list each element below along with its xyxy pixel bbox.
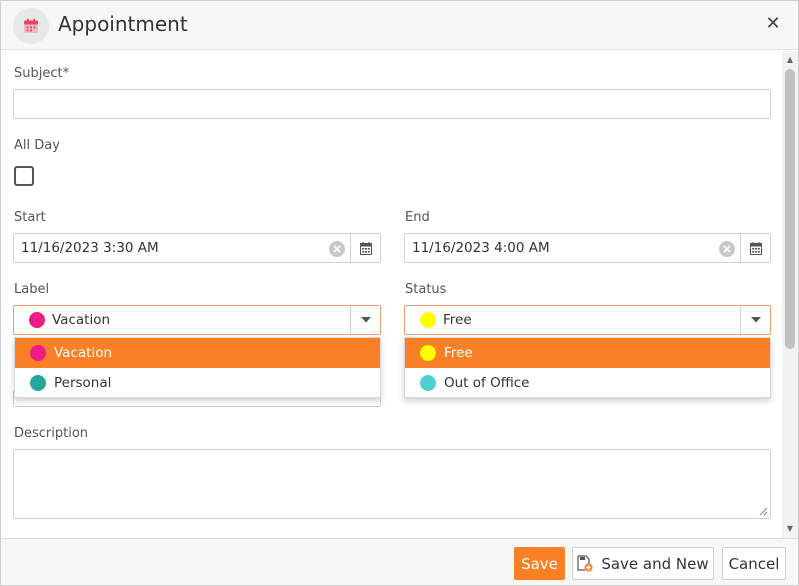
status-field-label: Status — [405, 282, 447, 297]
subject-input[interactable] — [13, 89, 771, 119]
calendar-icon — [13, 8, 49, 44]
save-new-icon — [577, 555, 593, 572]
start-date-input[interactable]: 11/16/2023 3:30 AM — [13, 233, 381, 263]
status-option-out-of-office[interactable]: Out of Office — [405, 368, 770, 398]
status-option-free[interactable]: Free — [405, 338, 770, 368]
clear-icon[interactable] — [329, 241, 345, 257]
dialog-body: Subject* All Day Start 11/16/2023 3:30 A… — [1, 51, 782, 538]
cancel-button[interactable]: Cancel — [722, 547, 786, 580]
label-option-personal[interactable]: Personal — [15, 368, 380, 398]
close-icon[interactable]: ✕ — [763, 14, 783, 34]
end-date-input[interactable]: 11/16/2023 4:00 AM — [404, 233, 771, 263]
appointment-dialog: Appointment ✕ Subject* All Day Start 11/… — [0, 0, 799, 586]
label-select[interactable]: Vacation — [13, 305, 381, 335]
status-select[interactable]: Free — [404, 305, 771, 335]
label-option-vacation[interactable]: Vacation — [15, 338, 380, 368]
scrollbar-thumb[interactable] — [785, 69, 795, 349]
calendar-picker-icon[interactable] — [350, 234, 380, 262]
status-dropdown: Free Out of Office — [404, 337, 771, 398]
dialog-footer: Save Save and New Cancel — [1, 538, 798, 585]
end-label: End — [405, 210, 430, 225]
description-label: Description — [14, 426, 89, 441]
start-label: Start — [14, 210, 46, 225]
personal-color-dot — [30, 375, 46, 391]
scroll-down-icon[interactable]: ▼ — [782, 522, 798, 536]
all-day-checkbox[interactable] — [14, 166, 34, 186]
all-day-label: All Day — [14, 138, 60, 153]
save-and-new-button[interactable]: Save and New — [572, 547, 714, 580]
free-color-dot — [420, 345, 436, 361]
clear-icon[interactable] — [719, 241, 735, 257]
free-color-dot — [420, 312, 436, 328]
dialog-header: Appointment ✕ — [1, 1, 798, 50]
save-button[interactable]: Save — [514, 547, 565, 580]
out-of-office-color-dot — [420, 375, 436, 391]
scroll-up-icon[interactable]: ▲ — [782, 53, 798, 67]
vacation-color-dot — [30, 345, 46, 361]
calendar-picker-icon[interactable] — [740, 234, 770, 262]
label-field-label: Label — [14, 282, 50, 297]
resize-handle-icon[interactable] — [759, 507, 768, 516]
chevron-down-icon[interactable] — [740, 306, 770, 334]
vacation-color-dot — [29, 312, 45, 328]
chevron-down-icon[interactable] — [350, 306, 380, 334]
description-textarea[interactable] — [13, 449, 771, 519]
label-dropdown: Vacation Personal — [14, 337, 381, 398]
vertical-scrollbar[interactable]: ▲ ▼ — [782, 51, 798, 538]
subject-label: Subject* — [14, 66, 70, 81]
dialog-title: Appointment — [58, 12, 188, 36]
